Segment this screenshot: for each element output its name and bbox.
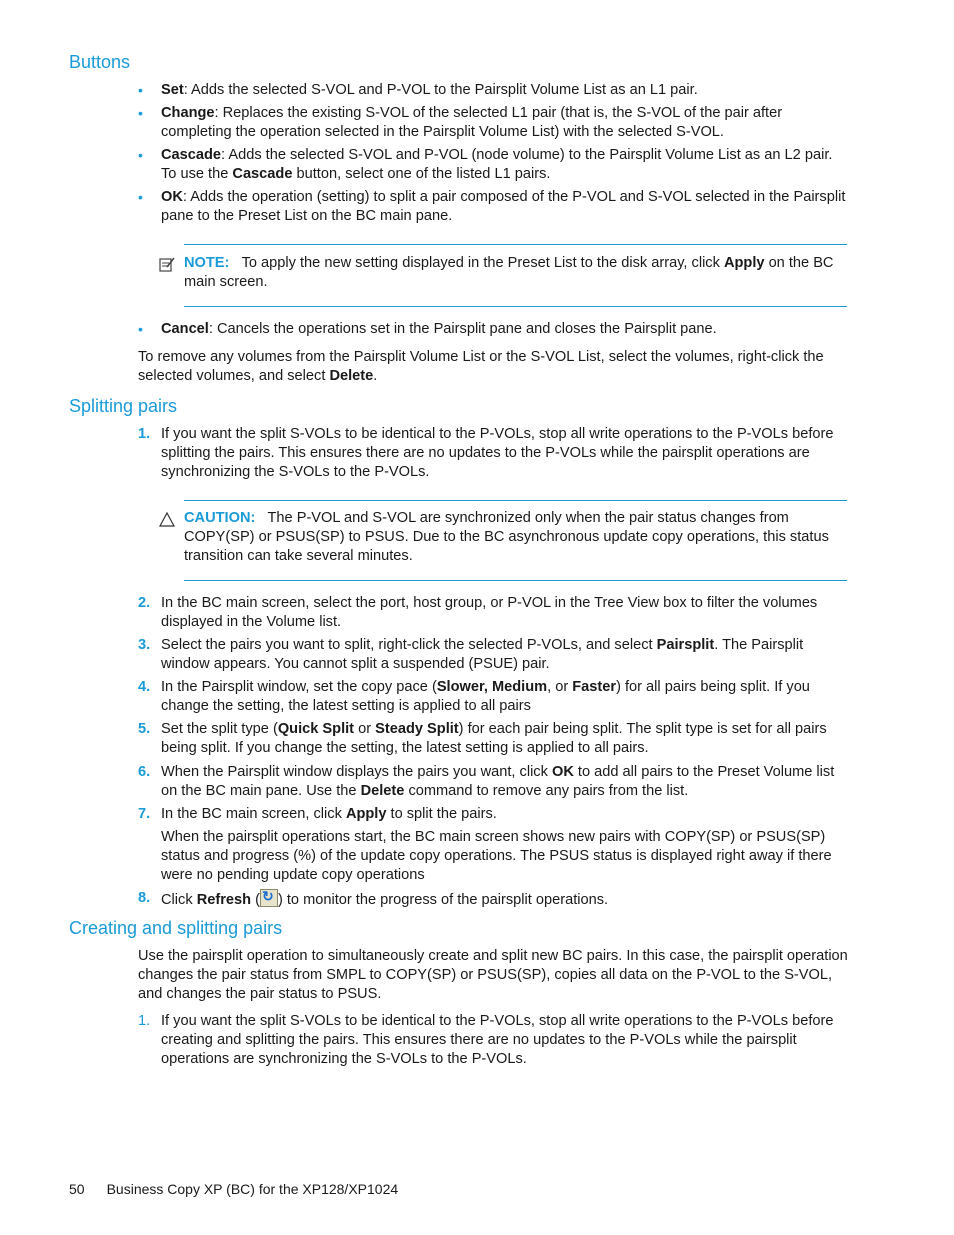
step-number: 1. [138, 426, 151, 442]
bold: Steady Split [375, 721, 459, 737]
footer-title: Business Copy XP (BC) for the XP128/XP10… [106, 1181, 399, 1197]
desc: : Cancels the operations set in the Pair… [208, 321, 717, 337]
note-label: NOTE: [184, 255, 230, 271]
note-rule-top [184, 244, 847, 245]
list-item-change: Change: Replaces the existing S-VOL of t… [161, 104, 851, 142]
caution-rule-bottom [184, 580, 847, 581]
bold: Refresh [196, 892, 252, 908]
section-heading-buttons: Buttons [69, 52, 131, 72]
text: Click [161, 892, 197, 908]
text: or [354, 721, 376, 737]
bullet: • [138, 321, 143, 337]
bullet: • [138, 82, 143, 98]
caution-label: CAUTION: [184, 510, 256, 526]
page-footer: 50 Business Copy XP (BC) for the XP128/XP… [69, 1180, 398, 1199]
step-8: Click Refresh ( ) to monitor the progress… [161, 887, 851, 910]
text: To remove any volumes from the Pairsplit… [138, 349, 824, 384]
step-number: 8. [138, 890, 151, 906]
note-box: NOTE: To apply the new setting displayed… [184, 254, 849, 292]
step-7-detail: When the pairsplit operations start, the… [161, 829, 832, 883]
remove-paragraph: To remove any volumes from the Pairsplit… [138, 348, 848, 386]
text: ) to monitor the progress of the pairspl… [277, 892, 609, 908]
step-2: In the BC main screen, select the port, … [161, 595, 818, 630]
list-item-cascade: Cascade: Adds the selected S-VOL and P-V… [161, 146, 851, 184]
refresh-icon [259, 887, 278, 907]
text: to split the pairs. [386, 806, 497, 822]
bold: Faster [572, 679, 617, 695]
caution-icon [158, 511, 176, 527]
step-number: 7. [138, 806, 151, 822]
creating-intro: Use the pairsplit operation to simultane… [138, 948, 848, 1002]
bold: OK [551, 764, 574, 780]
text: . [373, 368, 378, 384]
step-6: When the Pairsplit window displays the p… [161, 763, 851, 801]
bullet: • [138, 147, 143, 163]
term: OK [161, 189, 183, 205]
term: Change [161, 105, 215, 121]
text: , or [547, 679, 573, 695]
step-number: 3. [138, 637, 151, 653]
step-number: 6. [138, 764, 151, 780]
bold: Apply [345, 806, 387, 822]
term: Set [161, 82, 184, 98]
caution-rule-top [184, 500, 847, 501]
section-heading-splitting: Splitting pairs [69, 396, 178, 416]
note-text: To apply the new setting displayed in th… [241, 255, 724, 271]
text: Set the split type ( [161, 721, 278, 737]
step-1: If you want the split S-VOLs to be ident… [161, 426, 834, 480]
step-4: In the Pairsplit window, set the copy pa… [161, 678, 851, 716]
text: When the Pairsplit window displays the p… [161, 764, 552, 780]
note-rule-bottom [184, 306, 847, 307]
step-number: 1. [138, 1013, 151, 1029]
bold: Delete [329, 368, 374, 384]
desc: : Adds the operation (setting) to split … [161, 189, 846, 224]
step-7: In the BC main screen, click Apply to sp… [161, 805, 851, 824]
bold: Pairsplit [656, 637, 715, 653]
text: command to remove any pairs from the lis… [404, 783, 689, 799]
desc: : Replaces the existing S-VOL of the sel… [161, 105, 783, 140]
caution-text: The P-VOL and S-VOL are synchronized onl… [184, 510, 829, 564]
bullet: • [138, 189, 143, 205]
caution-box: CAUTION: The P-VOL and S-VOL are synchro… [184, 509, 849, 566]
note-bold: Apply [723, 255, 765, 271]
desc: : Adds the selected S-VOL and P-VOL to t… [183, 82, 698, 98]
bold: Slower, Medium [436, 679, 548, 695]
note-icon [159, 257, 175, 272]
step-number: 2. [138, 595, 151, 611]
text: Select the pairs you want to split, righ… [161, 637, 657, 653]
creating-step-1: If you want the split S-VOLs to be ident… [161, 1013, 834, 1067]
bold: Quick Split [277, 721, 355, 737]
text: ( [251, 892, 260, 908]
bullet: • [138, 105, 143, 121]
step-5: Set the split type (Quick Split or Stead… [161, 720, 851, 758]
step-number: 4. [138, 679, 151, 695]
section-heading-creating: Creating and splitting pairs [69, 918, 283, 938]
page-number: 50 [69, 1181, 85, 1197]
step-3: Select the pairs you want to split, righ… [161, 636, 851, 674]
step-number: 5. [138, 721, 151, 737]
list-item-cancel: Cancel: Cancels the operations set in th… [161, 320, 851, 339]
term: Cascade [161, 147, 222, 163]
desc: button, select one of the listed L1 pair… [292, 166, 551, 182]
list-item-ok: OK: Adds the operation (setting) to spli… [161, 188, 851, 226]
text: In the Pairsplit window, set the copy pa… [161, 679, 437, 695]
list-item-set: Set: Adds the selected S-VOL and P-VOL t… [161, 81, 851, 100]
bold: Delete [360, 783, 405, 799]
term: Cancel [161, 321, 209, 337]
term: Cascade [232, 166, 293, 182]
text: In the BC main screen, click [161, 806, 346, 822]
